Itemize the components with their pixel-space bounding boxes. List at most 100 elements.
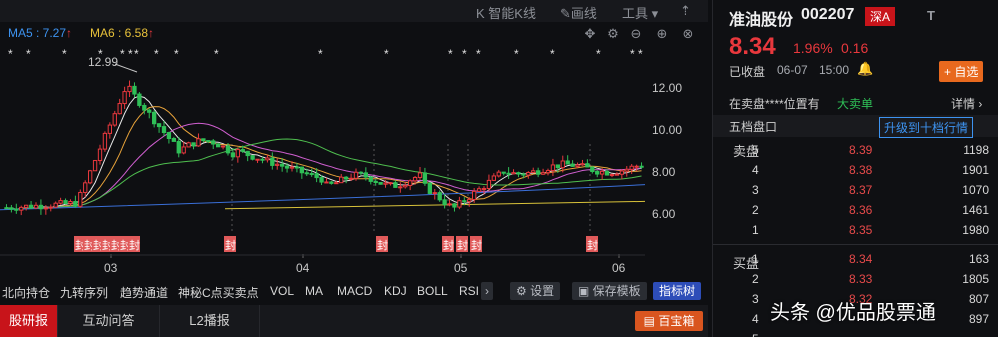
bid-row: 1 8.34 163 bbox=[752, 252, 989, 266]
candle-body bbox=[151, 111, 157, 125]
settings-gear-icon[interactable]: ⚙ bbox=[606, 27, 620, 41]
candle-body bbox=[33, 204, 39, 209]
candle-body bbox=[447, 203, 452, 206]
candle-body bbox=[422, 172, 428, 184]
ma6-value: MA6 : 6.58↑ bbox=[90, 26, 155, 40]
candle-body bbox=[486, 179, 492, 190]
indicator-ma[interactable]: MA bbox=[305, 284, 323, 298]
signal-star-icon: * bbox=[154, 47, 159, 61]
candle-body bbox=[570, 163, 575, 167]
candle-body bbox=[535, 170, 541, 175]
ask-row: 5 8.39 1198 bbox=[752, 143, 989, 157]
candle-body bbox=[339, 176, 344, 184]
ask-row: 4 8.38 1901 bbox=[752, 163, 989, 177]
indicator-bar: 北向持仓 九转序列 趋势通道 神秘C点买卖点 VOL MA MACD KDJ B… bbox=[0, 280, 708, 302]
indicator-tree-button[interactable]: 指标树 bbox=[653, 282, 702, 300]
indicator-boll[interactable]: BOLL bbox=[417, 284, 448, 298]
indicator-kdj[interactable]: KDJ bbox=[384, 284, 407, 298]
close-circle-icon[interactable]: ⊗ bbox=[681, 27, 695, 41]
candle-body bbox=[353, 171, 359, 179]
indicator-td-sequential[interactable]: 九转序列 bbox=[60, 284, 108, 301]
candle-body bbox=[215, 143, 221, 148]
candle-body bbox=[531, 170, 536, 173]
candle-body bbox=[348, 177, 354, 180]
big-order-hint: 在卖盘****位置有 bbox=[729, 97, 820, 111]
signal-star-icon: * bbox=[120, 47, 125, 61]
ask-levels: 5 8.39 1198 4 8.38 1901 3 8.37 1070 2 8.36 1461 … bbox=[713, 139, 998, 243]
candlesticks bbox=[4, 80, 644, 216]
indicator-macd[interactable]: MACD bbox=[337, 284, 372, 298]
candle-body bbox=[619, 170, 625, 175]
limit-up-seal-label: 封 bbox=[471, 238, 482, 252]
kline-canvas[interactable]: * * * * * * * * * * * * * * * * * * * * 封封封封封封封封封封封封封 12.00… bbox=[0, 44, 708, 280]
month-label: 03 bbox=[104, 261, 118, 275]
save-template-button[interactable]: ▣ 保存模板 bbox=[572, 282, 647, 300]
price-tick-label: 10.00 bbox=[652, 123, 682, 137]
candle-body bbox=[324, 181, 329, 184]
tab-interactive-qa[interactable]: 互动问答 bbox=[58, 305, 160, 337]
candle-body bbox=[206, 140, 211, 143]
zoom-out-icon[interactable]: ⊖ bbox=[629, 27, 643, 41]
tools-menu[interactable]: 工具 ▾ bbox=[622, 3, 658, 22]
signal-star-icon: * bbox=[8, 47, 13, 61]
indicator-settings-button[interactable]: ⚙ 设置 bbox=[510, 282, 561, 300]
limit-up-seal-label: 封 bbox=[457, 238, 468, 252]
limit-up-seal-label: 封 bbox=[377, 238, 388, 252]
candle-body bbox=[97, 148, 103, 162]
candle-body bbox=[491, 175, 497, 181]
candle-body bbox=[73, 200, 78, 207]
candle-body bbox=[481, 188, 487, 191]
candle-body bbox=[255, 158, 260, 161]
indicator-more-button[interactable]: › bbox=[481, 282, 493, 300]
indicator-trend-channel[interactable]: 趋势通道 bbox=[120, 284, 168, 301]
candle-body bbox=[127, 85, 132, 93]
draw-line-button[interactable]: ✎画线 bbox=[560, 3, 597, 22]
collapse-icon[interactable]: ⇡ bbox=[680, 3, 691, 19]
candle-body bbox=[147, 109, 152, 113]
move-icon[interactable]: ✥ bbox=[583, 27, 597, 41]
candle-body bbox=[137, 93, 142, 106]
indicator-rsi[interactable]: RSI bbox=[459, 284, 479, 298]
candle-body bbox=[604, 170, 610, 176]
candle-body bbox=[19, 206, 24, 211]
stock-name: 准油股份 bbox=[729, 12, 794, 29]
candle-body bbox=[142, 104, 147, 111]
zoom-in-icon[interactable]: ⊕ bbox=[655, 27, 669, 41]
candle-body bbox=[388, 182, 393, 185]
upgrade-ten-level-button[interactable]: 升级到十档行情 bbox=[879, 117, 974, 138]
signal-star-icon: * bbox=[174, 47, 179, 61]
candle-body bbox=[112, 113, 117, 126]
bell-icon[interactable]: 🔔 bbox=[857, 61, 873, 77]
candle-body bbox=[496, 171, 501, 177]
market-badge: 深A bbox=[865, 7, 896, 26]
indicator-mystery-c[interactable]: 神秘C点买卖点 bbox=[178, 284, 259, 301]
candle-body bbox=[38, 204, 44, 210]
detail-link[interactable]: 详情 › bbox=[951, 95, 982, 112]
limit-up-seal-label: 封 bbox=[129, 238, 140, 252]
candle-body bbox=[412, 176, 418, 182]
smart-kline-button[interactable]: K 智能K线 bbox=[476, 3, 536, 22]
candle-body bbox=[171, 138, 177, 142]
tab-l2-broadcast[interactable]: L2播报 bbox=[160, 305, 260, 337]
candle-body bbox=[329, 181, 334, 184]
candle-body bbox=[545, 170, 551, 174]
add-watchlist-button[interactable]: + 自选 bbox=[939, 61, 984, 82]
indicator-vol[interactable]: VOL bbox=[270, 284, 294, 298]
candle-body bbox=[590, 166, 595, 173]
indicator-northbound[interactable]: 北向持仓 bbox=[2, 284, 50, 301]
tab-research-report[interactable]: 股研报 bbox=[0, 305, 58, 337]
candle-body bbox=[122, 91, 127, 105]
candle-body bbox=[4, 207, 9, 210]
candle-body bbox=[166, 132, 172, 140]
price-tick-label: 8.00 bbox=[652, 165, 676, 179]
candle-body bbox=[373, 180, 378, 184]
candle-body bbox=[161, 126, 167, 134]
signal-star-icon: * bbox=[26, 47, 31, 61]
candle-body bbox=[23, 204, 29, 208]
candle-body bbox=[471, 190, 477, 201]
candle-body bbox=[265, 157, 270, 161]
order-book-title: 五档盘口 bbox=[729, 120, 778, 134]
treasure-box-button[interactable]: ▤ 百宝箱 bbox=[635, 311, 703, 331]
candle-body bbox=[191, 142, 196, 147]
moving-average-lines bbox=[0, 95, 646, 211]
